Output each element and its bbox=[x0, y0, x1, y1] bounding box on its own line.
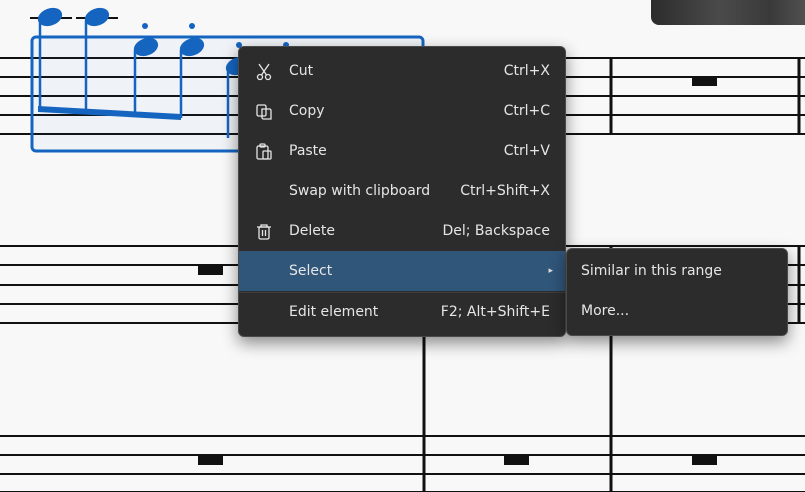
menu-item-shortcut: Ctrl+V bbox=[503, 143, 550, 159]
menu-item-shortcut: Del; Backspace bbox=[442, 223, 550, 239]
paste-icon bbox=[255, 143, 273, 161]
trash-icon bbox=[255, 223, 273, 241]
menu-item-label: Select bbox=[289, 263, 333, 279]
menu-item-select[interactable]: Select ▸ bbox=[239, 251, 565, 291]
submenu-item-more[interactable]: More... bbox=[571, 292, 783, 330]
submenu-arrow-icon: ▸ bbox=[548, 266, 553, 276]
menu-item-label: Swap with clipboard bbox=[289, 183, 431, 199]
menu-item-shortcut: Ctrl+Shift+X bbox=[460, 183, 550, 199]
menu-item-shortcut: Ctrl+X bbox=[503, 63, 550, 79]
menu-item-shortcut: Ctrl+C bbox=[503, 103, 550, 119]
copy-icon bbox=[255, 103, 273, 121]
whole-rest[interactable] bbox=[692, 455, 717, 465]
menu-item-copy[interactable]: Copy Ctrl+C bbox=[242, 92, 562, 130]
staff-system-bottom bbox=[0, 435, 805, 492]
barlines-bottom bbox=[422, 323, 613, 492]
menu-item-label: Cut bbox=[289, 63, 314, 79]
whole-rest[interactable] bbox=[504, 455, 529, 465]
submenu-item-similar-in-range[interactable]: Similar in this range bbox=[571, 252, 783, 290]
menu-item-label: Paste bbox=[289, 143, 327, 159]
menu-item-paste[interactable]: Paste Ctrl+V bbox=[242, 132, 562, 170]
menu-item-swap-with-clipboard[interactable]: Swap with clipboard Ctrl+Shift+X bbox=[242, 172, 562, 210]
menu-item-edit-element[interactable]: Edit element F2; Alt+Shift+E bbox=[242, 293, 562, 331]
menu-item-delete[interactable]: Delete Del; Backspace bbox=[242, 212, 562, 250]
menu-item-label: Copy bbox=[289, 103, 325, 119]
select-submenu: Similar in this range More... bbox=[566, 248, 788, 336]
video-preview-thumbnail[interactable] bbox=[651, 0, 805, 25]
context-menu: Cut Ctrl+X Copy Ctrl+C Paste Ctrl+V Swap… bbox=[238, 46, 566, 337]
whole-rest[interactable] bbox=[198, 265, 223, 275]
submenu-item-label: Similar in this range bbox=[581, 263, 722, 279]
menu-item-cut[interactable]: Cut Ctrl+X bbox=[242, 52, 562, 90]
menu-item-shortcut: F2; Alt+Shift+E bbox=[440, 304, 550, 320]
menu-item-label: Edit element bbox=[289, 304, 379, 320]
whole-rest[interactable] bbox=[692, 76, 717, 86]
scissors-icon bbox=[255, 63, 273, 81]
submenu-item-label: More... bbox=[581, 303, 630, 319]
whole-rest[interactable] bbox=[198, 455, 223, 465]
menu-item-label: Delete bbox=[289, 223, 335, 239]
